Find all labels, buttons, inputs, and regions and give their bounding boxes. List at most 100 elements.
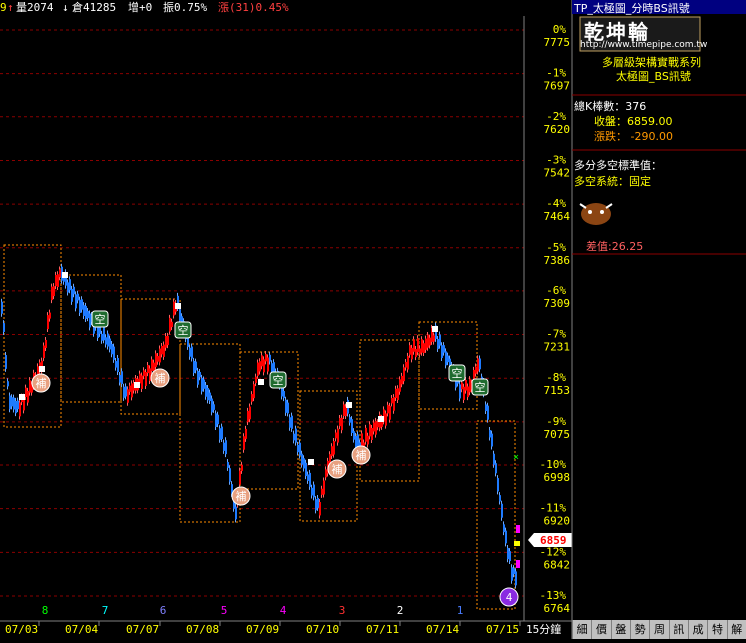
- tab-week[interactable]: 周: [649, 620, 668, 639]
- timeframe-label[interactable]: 15分鐘: [526, 622, 561, 636]
- long-signal-marker[interactable]: 補: [327, 459, 347, 479]
- candle-body: [485, 404, 487, 412]
- candle-body: [211, 398, 213, 413]
- svg-text:空: 空: [475, 380, 486, 394]
- candle-body: [385, 413, 387, 426]
- current-price-value: 6859: [540, 534, 567, 547]
- price-tick-label: 7231: [544, 341, 571, 354]
- flag-marker: [346, 402, 352, 408]
- candle-body: [1, 301, 3, 314]
- candle-body: [343, 404, 345, 417]
- short-signal-marker[interactable]: 空: [448, 364, 466, 382]
- candle-body: [511, 567, 513, 581]
- candle-body: [311, 487, 313, 496]
- long-signal-marker[interactable]: 補: [231, 486, 251, 506]
- candle-body: [283, 391, 285, 399]
- candle-body: [273, 362, 275, 373]
- candle-body: [317, 497, 319, 508]
- candle-body: [145, 372, 147, 386]
- candle-body: [19, 402, 21, 417]
- candle-body: [407, 355, 409, 370]
- candle-body: [13, 397, 15, 410]
- short-signal-marker[interactable]: 空: [174, 321, 192, 339]
- tab-volume[interactable]: 成: [687, 620, 707, 639]
- pct-tick-label: -13%: [540, 589, 567, 602]
- candle-body: [373, 422, 375, 432]
- candle-body: [29, 380, 31, 393]
- candle-body: [173, 301, 175, 316]
- candle-body: [417, 338, 419, 353]
- candle-body: [287, 402, 289, 414]
- candle-body: [89, 313, 91, 328]
- short-signal-marker[interactable]: 空: [91, 310, 109, 328]
- candle-body: [297, 444, 299, 453]
- count-label: 3: [339, 604, 346, 617]
- count-badge-marker[interactable]: 4: [499, 587, 519, 607]
- candle-body: [17, 400, 19, 410]
- header-increment: 增+0: [128, 0, 152, 14]
- candle-body: [15, 400, 17, 414]
- candle-body: [289, 417, 291, 428]
- flag-marker: [378, 416, 384, 422]
- candle-body: [3, 323, 5, 332]
- candle-body: [49, 312, 51, 319]
- header-open-interest: 倉41285: [72, 0, 116, 14]
- candle-body: [463, 386, 465, 400]
- candle-body: [127, 389, 129, 403]
- tab-signal[interactable]: 訊: [668, 620, 688, 639]
- tab-price[interactable]: 價: [591, 620, 610, 639]
- short-signal-marker[interactable]: 空: [471, 378, 489, 396]
- candle-body: [195, 361, 197, 371]
- tab-explain[interactable]: 解: [726, 620, 746, 639]
- candle-body: [83, 305, 85, 316]
- tab-detail[interactable]: 細: [572, 620, 591, 639]
- candle-body: [121, 371, 123, 385]
- candle-body: [67, 282, 69, 293]
- candle-body: [199, 372, 201, 378]
- candle-body: [203, 379, 205, 389]
- candle-body: [367, 435, 369, 445]
- candle-body: [507, 547, 509, 560]
- long-signal-marker[interactable]: 補: [351, 445, 371, 465]
- long-signal-marker[interactable]: 補: [31, 373, 51, 393]
- candle-body: [243, 436, 245, 450]
- pct-tick-label: -9%: [546, 415, 566, 428]
- flag-marker: [19, 394, 25, 400]
- candle-body: [221, 426, 223, 440]
- pct-tick-label: 0%: [553, 23, 567, 36]
- candle-body: [151, 359, 153, 371]
- candle-body: [213, 404, 215, 410]
- candle-body: [207, 388, 209, 401]
- candle-body: [467, 386, 469, 398]
- svg-text:4: 4: [506, 591, 513, 604]
- date-tick-label: 07/07: [126, 623, 159, 636]
- candle-body: [113, 346, 115, 360]
- candle-body: [125, 386, 127, 397]
- pct-tick-label: -7%: [546, 328, 566, 341]
- candle-body: [267, 357, 269, 372]
- magenta-mark: [516, 525, 520, 533]
- candle-body: [351, 419, 353, 434]
- candle-body: [301, 453, 303, 465]
- candle-body: [299, 442, 301, 456]
- long-signal-marker[interactable]: 補: [150, 368, 170, 388]
- bars-count: 總K棒數：376: [574, 100, 647, 113]
- pct-tick-label: -2%: [546, 110, 566, 123]
- date-tick-label: 07/10: [306, 623, 339, 636]
- short-signal-marker[interactable]: 空: [269, 371, 287, 389]
- candle-body: [79, 299, 81, 313]
- candle-body: [247, 410, 249, 423]
- tab-book[interactable]: 盤: [610, 620, 630, 639]
- candle-body: [335, 432, 337, 439]
- candle-body: [493, 453, 495, 465]
- count-label: 8: [42, 604, 49, 617]
- candle-body: [219, 428, 221, 440]
- header-change: 漲(31)0.45%: [218, 1, 289, 14]
- tab-special[interactable]: 特: [707, 620, 726, 639]
- candle-body: [245, 428, 247, 439]
- candle-body: [107, 333, 109, 347]
- candle-body: [189, 347, 191, 357]
- tab-trend[interactable]: 勢: [629, 620, 649, 639]
- candle-body: [323, 480, 325, 495]
- candle-body: [217, 414, 219, 425]
